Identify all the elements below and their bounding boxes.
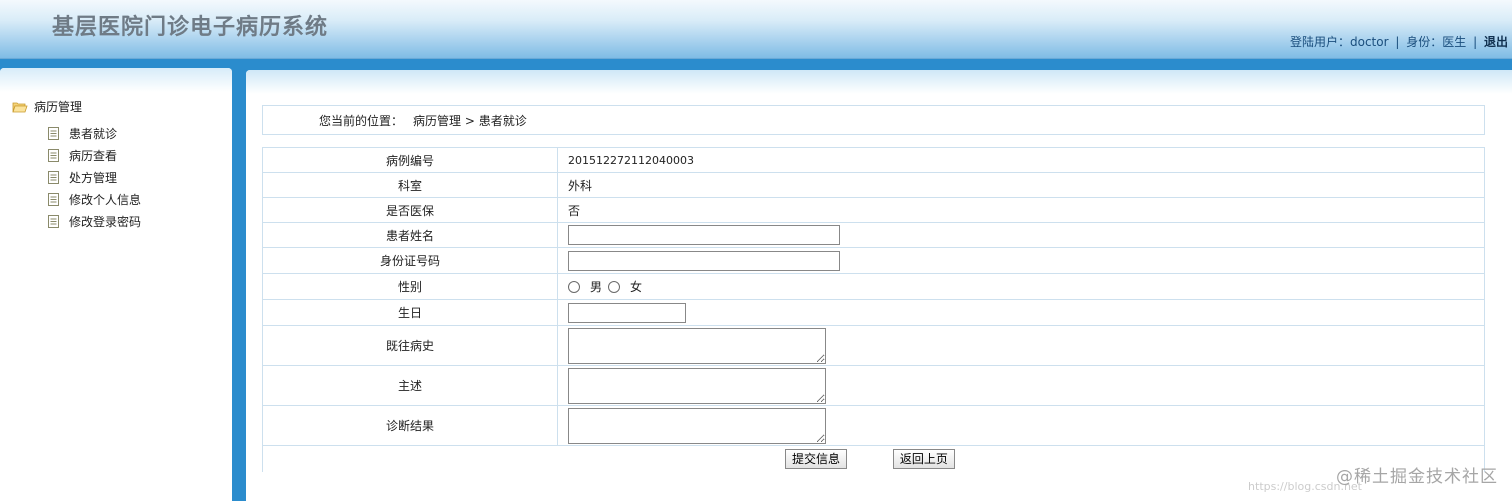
form-row: 性别 男 女 — [262, 273, 1485, 300]
insurance-value: 否 — [557, 197, 1485, 223]
diagnosis-cell — [557, 405, 1485, 446]
app-header: 基层医院门诊电子病历系统 登陆用户：doctor | 身份：医生 | 退出 — [0, 0, 1512, 59]
separator: | — [1395, 35, 1400, 49]
watermark: @稀土掘金技术社区 — [1336, 467, 1498, 487]
name-cell — [557, 222, 1485, 248]
main-panel: 您当前的位置： 病历管理 > 患者就诊 病例编号 201512272112040… — [246, 70, 1512, 501]
back-button[interactable]: 返回上页 — [892, 448, 955, 469]
idcard-label: 身份证号码 — [262, 247, 558, 274]
birthday-input[interactable] — [568, 302, 686, 323]
gender-male-radio[interactable] — [568, 280, 580, 293]
separator: | — [1473, 35, 1478, 49]
complaint-cell — [557, 365, 1485, 406]
record-no-value: 201512272112040003 — [557, 147, 1485, 173]
name-label: 患者姓名 — [262, 222, 558, 248]
dept-label: 科室 — [262, 172, 558, 198]
form-row: 病例编号 201512272112040003 — [262, 147, 1485, 173]
sidebar-item-label: 处方管理 — [69, 170, 118, 185]
breadcrumb: 您当前的位置： 病历管理 > 患者就诊 — [262, 105, 1485, 135]
form-button-row: 提交信息 返回上页 — [262, 445, 1485, 472]
form-row: 诊断结果 — [262, 405, 1485, 446]
document-icon — [48, 214, 59, 228]
main-top-band — [246, 70, 1512, 94]
user-bar: 登陆用户：doctor | 身份：医生 | 退出 — [1290, 33, 1508, 50]
dept-value: 外科 — [557, 172, 1485, 198]
document-icon — [48, 126, 59, 140]
gender-male-label: 男 — [590, 280, 603, 294]
gender-label: 性别 — [262, 273, 558, 300]
user-role: 医生 — [1442, 35, 1467, 49]
tree-root-label: 病历管理 — [34, 100, 83, 114]
app-title: 基层医院门诊电子病历系统 — [52, 15, 329, 40]
sidebar-item-record-view[interactable]: 病历查看 — [48, 144, 141, 166]
birthday-cell — [557, 299, 1485, 326]
sidebar-item-label: 患者就诊 — [69, 126, 118, 141]
logout-link[interactable]: 退出 — [1484, 35, 1508, 49]
gender-female-radio[interactable] — [608, 280, 621, 293]
history-label: 既往病史 — [262, 325, 558, 366]
document-icon — [48, 170, 59, 184]
role-label: 身份： — [1406, 35, 1443, 49]
document-icon — [48, 148, 59, 162]
diagnosis-textarea[interactable] — [568, 407, 826, 444]
diagnosis-label: 诊断结果 — [262, 405, 558, 446]
document-icon — [48, 192, 59, 206]
sidebar-item-patient-visit[interactable]: 患者就诊 — [48, 122, 141, 144]
form-row: 主述 — [262, 365, 1485, 406]
breadcrumb-lead: 您当前的位置： — [319, 113, 404, 128]
form-row: 身份证号码 — [262, 247, 1485, 274]
tree-root-records[interactable]: 病历管理 — [12, 98, 82, 115]
idcard-input[interactable] — [568, 250, 840, 271]
username: doctor — [1350, 35, 1389, 49]
form-row: 科室 外科 — [262, 172, 1485, 198]
history-cell — [557, 325, 1485, 366]
insurance-label: 是否医保 — [262, 197, 558, 223]
sidebar-item-label: 修改登录密码 — [69, 214, 142, 229]
patient-visit-form: 病例编号 201512272112040003 科室 外科 是否医保 否 患者姓… — [262, 147, 1485, 472]
user-label: 登陆用户： — [1289, 35, 1350, 49]
patient-name-input[interactable] — [568, 225, 840, 245]
breadcrumb-path: 病历管理 > 患者就诊 — [413, 113, 527, 128]
record-no-label: 病例编号 — [262, 147, 558, 173]
sidebar-item-change-password[interactable]: 修改登录密码 — [48, 210, 141, 232]
sidebar-item-edit-profile[interactable]: 修改个人信息 — [48, 188, 141, 210]
form-row: 生日 — [262, 299, 1485, 326]
gender-female-label: 女 — [630, 280, 643, 294]
gender-cell: 男 女 — [557, 273, 1485, 300]
form-row: 是否医保 否 — [262, 197, 1485, 223]
sidebar-menu: 患者就诊 病历查看 处方管理 修改个人信息 修改登录密码 — [48, 122, 141, 232]
complaint-textarea[interactable] — [568, 367, 826, 404]
folder-open-icon — [12, 102, 28, 112]
button-cell: 提交信息 返回上页 — [262, 445, 1485, 472]
gender-radio-group: 男 女 — [568, 278, 1484, 295]
birthday-label: 生日 — [262, 299, 558, 326]
form-row: 患者姓名 — [262, 222, 1485, 248]
sidebar-top-band — [0, 68, 232, 92]
complaint-label: 主述 — [262, 365, 558, 406]
history-textarea[interactable] — [568, 327, 826, 364]
idcard-cell — [557, 247, 1485, 274]
sidebar: 病历管理 患者就诊 病历查看 处方管理 修改个人信息 修改登录密码 — [0, 68, 232, 501]
form-row: 既往病史 — [262, 325, 1485, 366]
sidebar-item-prescription[interactable]: 处方管理 — [48, 166, 141, 188]
sidebar-item-label: 病历查看 — [69, 148, 118, 163]
sidebar-item-label: 修改个人信息 — [69, 192, 142, 207]
submit-button[interactable]: 提交信息 — [785, 448, 848, 469]
